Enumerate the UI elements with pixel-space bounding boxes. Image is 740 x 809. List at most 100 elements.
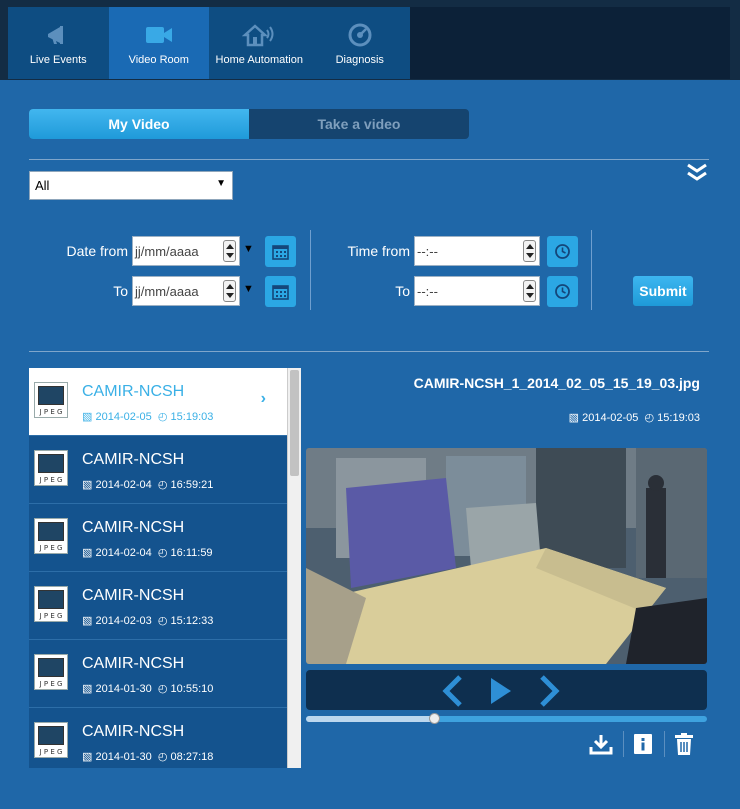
tab-label: Diagnosis bbox=[335, 54, 384, 66]
divider bbox=[29, 351, 709, 352]
time-placeholder: --:-- bbox=[417, 244, 438, 259]
my-video-button[interactable]: My Video bbox=[29, 109, 249, 139]
time-spinner[interactable] bbox=[523, 240, 536, 262]
progress-track[interactable] bbox=[306, 713, 707, 724]
clock-small-icon: ◴ bbox=[157, 683, 168, 695]
file-time: 15:19:03 bbox=[657, 412, 700, 424]
scrollbar-thumb[interactable] bbox=[290, 370, 299, 476]
progress-knob[interactable] bbox=[429, 713, 441, 724]
filter-value: All bbox=[35, 178, 50, 193]
clock-icon bbox=[555, 284, 570, 299]
delete-button[interactable] bbox=[671, 731, 697, 757]
clock-small-icon: ◴ bbox=[157, 411, 168, 423]
list-item[interactable]: J P E G CAMIR-NCSH ▧ 2014-02-04 ◴ 16:11:59 bbox=[29, 504, 288, 572]
camera-filter-select[interactable]: All ▼ bbox=[29, 171, 233, 200]
calendar-small-icon: ▧ bbox=[82, 411, 93, 423]
tab-video-room[interactable]: Video Room bbox=[108, 7, 209, 79]
item-date: 2014-01-30 bbox=[95, 751, 152, 763]
item-date: 2014-02-04 bbox=[95, 547, 152, 559]
time-from-label: Time from bbox=[347, 243, 410, 259]
date-to-label: To bbox=[113, 283, 128, 299]
item-camera-name: CAMIR-NCSH bbox=[82, 587, 185, 604]
item-timestamp: ▧ 2014-02-03 ◴ 15:12:33 bbox=[82, 614, 213, 627]
clock-icon bbox=[555, 244, 570, 259]
collapse-chevron-icon[interactable] bbox=[685, 162, 709, 184]
date-to-input[interactable]: jj/mm/aaaa bbox=[132, 276, 240, 306]
date-dropdown-arrow-icon[interactable]: ▼ bbox=[243, 243, 254, 255]
date-from-label: Date from bbox=[66, 243, 128, 259]
jpeg-file-icon: J P E G bbox=[34, 518, 68, 554]
item-camera-name: CAMIR-NCSH bbox=[82, 723, 185, 740]
play-icon[interactable] bbox=[488, 675, 514, 707]
calendar-button[interactable] bbox=[265, 236, 296, 267]
calendar-small-icon: ▧ bbox=[82, 479, 93, 491]
list-item[interactable]: J P E G CAMIR-NCSH ▧ 2014-01-30 ◴ 08:27:18 bbox=[29, 708, 288, 768]
date-placeholder: jj/mm/aaaa bbox=[135, 244, 199, 259]
info-button[interactable] bbox=[630, 731, 656, 757]
main-nav: Live Events Video Room Home Automation D… bbox=[8, 7, 410, 79]
take-video-button[interactable]: Take a video bbox=[249, 109, 469, 139]
item-date: 2014-02-04 bbox=[95, 479, 152, 491]
column-separator bbox=[591, 230, 592, 310]
time-to-input[interactable]: --:-- bbox=[414, 276, 540, 306]
tab-live-events[interactable]: Live Events bbox=[8, 7, 109, 79]
divider bbox=[29, 159, 709, 160]
download-button[interactable] bbox=[588, 731, 614, 757]
diagnosis-gauge-icon bbox=[347, 21, 373, 49]
item-time: 08:27:18 bbox=[170, 751, 214, 763]
tab-home-automation[interactable]: Home Automation bbox=[209, 7, 310, 79]
time-from-input[interactable]: --:-- bbox=[414, 236, 540, 266]
calendar-small-icon: ▧ bbox=[568, 412, 580, 424]
jpeg-file-icon: J P E G bbox=[34, 654, 68, 690]
playback-controls bbox=[306, 670, 707, 710]
next-icon[interactable] bbox=[536, 675, 562, 707]
item-time: 15:12:33 bbox=[170, 615, 214, 627]
list-item[interactable]: J P E G CAMIR-NCSH ▧ 2014-02-04 ◴ 16:59:21 bbox=[29, 436, 288, 504]
item-camera-name: CAMIR-NCSH bbox=[82, 383, 185, 400]
item-timestamp: ▧ 2014-01-30 ◴ 08:27:18 bbox=[82, 750, 213, 763]
date-spinner[interactable] bbox=[223, 280, 236, 302]
list-item[interactable]: J P E G CAMIR-NCSH ▧ 2014-02-03 ◴ 15:12:33 bbox=[29, 572, 288, 640]
clock-small-icon: ◴ bbox=[157, 479, 168, 491]
action-separator bbox=[664, 731, 665, 757]
item-time: 10:55:10 bbox=[170, 683, 214, 695]
item-timestamp: ▧ 2014-02-04 ◴ 16:59:21 bbox=[82, 478, 213, 491]
list-scrollbar[interactable] bbox=[287, 368, 301, 768]
date-spinner[interactable] bbox=[223, 240, 236, 262]
video-frame[interactable] bbox=[306, 448, 707, 664]
clock-small-icon: ◴ bbox=[157, 547, 168, 559]
calendar-icon bbox=[272, 285, 289, 300]
list-item[interactable]: J P E G CAMIR-NCSH ▧ 2014-02-05 ◴ 15:19:03… bbox=[29, 368, 288, 436]
chevron-right-icon: › bbox=[260, 390, 266, 407]
jpeg-file-icon: J P E G bbox=[34, 586, 68, 622]
house-signal-icon bbox=[242, 21, 276, 49]
submit-button[interactable]: Submit bbox=[633, 276, 693, 306]
date-from-input[interactable]: jj/mm/aaaa bbox=[132, 236, 240, 266]
date-placeholder: jj/mm/aaaa bbox=[135, 284, 199, 299]
item-time: 16:59:21 bbox=[170, 479, 214, 491]
calendar-button[interactable] bbox=[265, 276, 296, 307]
info-icon bbox=[634, 734, 652, 754]
jpeg-file-icon: J P E G bbox=[34, 450, 68, 486]
clock-button[interactable] bbox=[547, 276, 578, 307]
action-separator bbox=[623, 731, 624, 757]
tab-label: Home Automation bbox=[215, 54, 303, 66]
file-title: CAMIR-NCSH_1_2014_02_05_15_19_03.jpg bbox=[413, 375, 700, 391]
jpeg-file-icon: J P E G bbox=[34, 382, 68, 418]
previous-icon[interactable] bbox=[440, 675, 466, 707]
time-spinner[interactable] bbox=[523, 280, 536, 302]
trash-icon bbox=[675, 733, 693, 755]
item-date: 2014-02-05 bbox=[95, 411, 152, 423]
tab-diagnosis[interactable]: Diagnosis bbox=[310, 7, 411, 79]
video-camera-icon bbox=[144, 21, 174, 49]
file-timestamp: ▧ 2014-02-05 ◴ 15:19:03 bbox=[569, 411, 700, 424]
nav-filler bbox=[410, 7, 730, 79]
date-dropdown-arrow-icon[interactable]: ▼ bbox=[243, 283, 254, 295]
list-item[interactable]: J P E G CAMIR-NCSH ▧ 2014-01-30 ◴ 10:55:10 bbox=[29, 640, 288, 708]
calendar-small-icon: ▧ bbox=[82, 547, 93, 559]
clock-button[interactable] bbox=[547, 236, 578, 267]
item-timestamp: ▧ 2014-02-04 ◴ 16:11:59 bbox=[82, 546, 213, 559]
calendar-small-icon: ▧ bbox=[82, 751, 93, 763]
dropdown-arrow-icon: ▼ bbox=[216, 178, 226, 189]
clock-small-icon: ◴ bbox=[157, 615, 168, 627]
